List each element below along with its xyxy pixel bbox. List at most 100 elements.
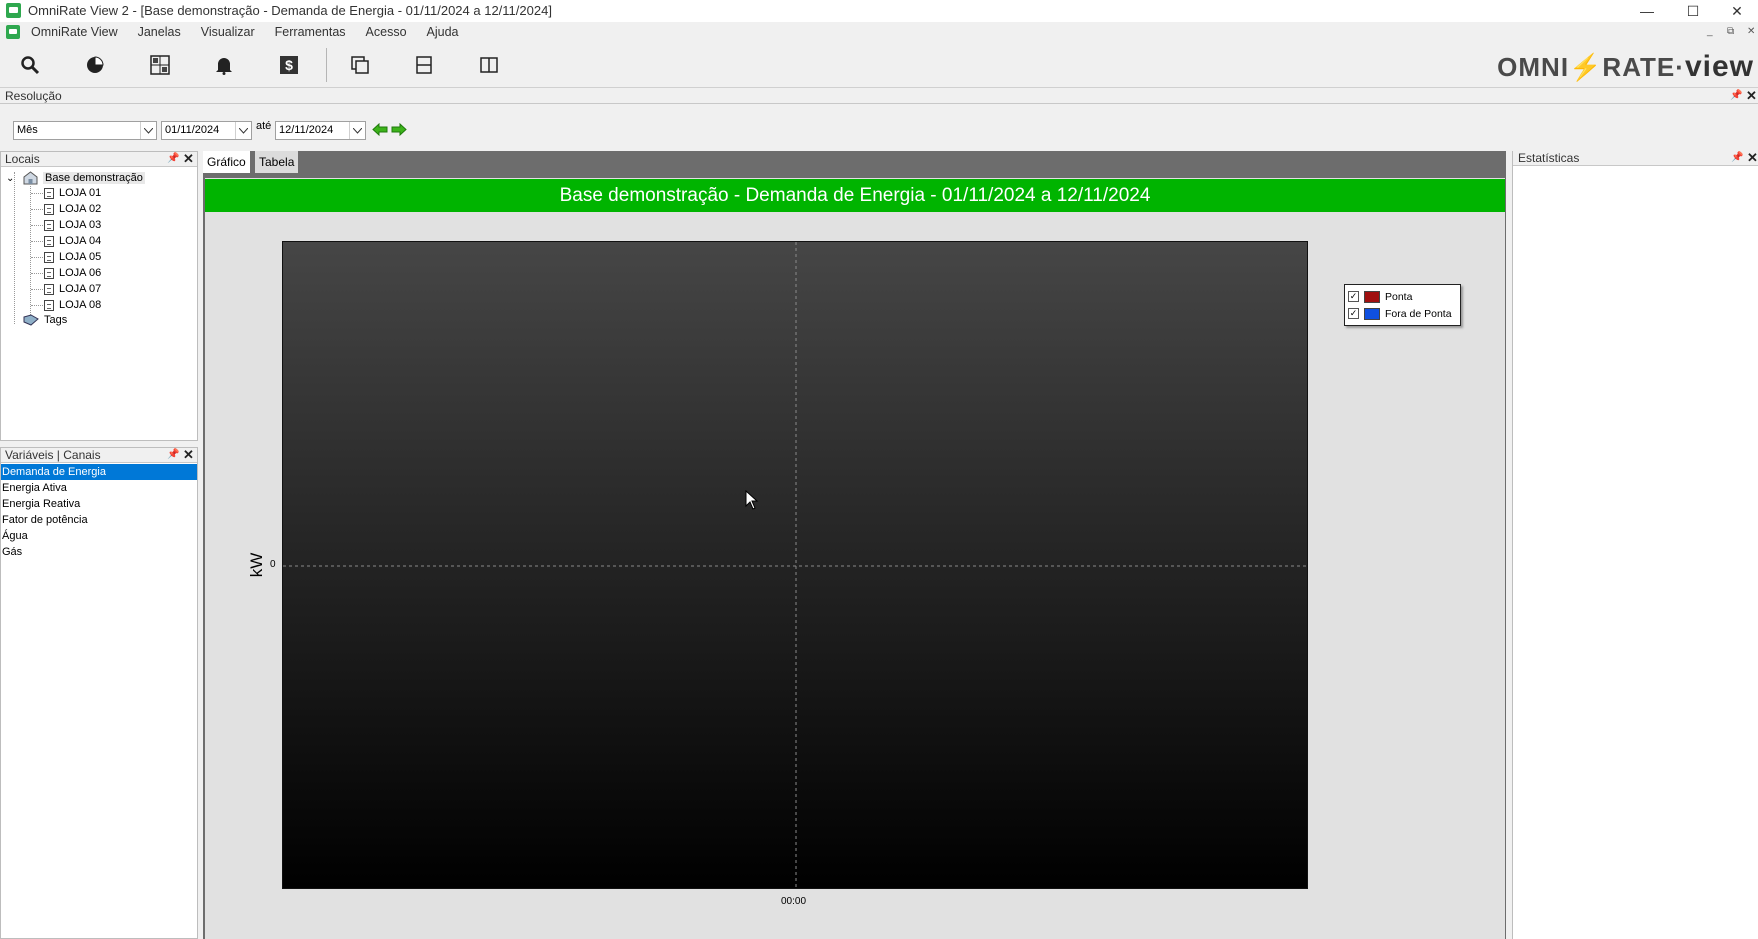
menu-omnirate-view[interactable]: OmniRate View xyxy=(28,25,121,39)
chart-svg xyxy=(283,242,1309,890)
svg-text:$: $ xyxy=(285,57,293,73)
pin-icon[interactable]: 📌 xyxy=(167,449,179,460)
close-icon[interactable]: ✕ xyxy=(1746,88,1757,104)
chevron-down-icon xyxy=(235,122,251,139)
menu-ajuda[interactable]: Ajuda xyxy=(424,25,462,39)
tree-item-loja[interactable]: LOJA 02 xyxy=(44,203,101,215)
menu-visualizar[interactable]: Visualizar xyxy=(198,25,258,39)
date-from-value: 01/11/2024 xyxy=(165,124,220,136)
period-select[interactable]: Mês xyxy=(13,121,157,140)
tree-item-label: LOJA 07 xyxy=(59,283,102,295)
document-icon xyxy=(44,219,54,231)
resolucao-panel-header: Resolução 📌 ✕ xyxy=(0,88,1758,104)
app-menu-icon[interactable] xyxy=(6,25,20,39)
legend-swatch xyxy=(1364,290,1380,303)
calculator-button[interactable] xyxy=(140,49,180,81)
bell-icon xyxy=(216,58,232,75)
variable-item-energia-reativa[interactable]: Energia Reativa xyxy=(1,496,197,512)
mouse-cursor-icon xyxy=(745,490,759,510)
cascade-windows-button[interactable] xyxy=(340,49,380,81)
variable-item-energia-ativa[interactable]: Energia Ativa xyxy=(1,480,197,496)
tree-item-loja[interactable]: LOJA 01 xyxy=(44,187,101,199)
checkbox-checked-icon[interactable]: ✓ xyxy=(1348,308,1359,319)
locais-panel-header: Locais 📌 ✕ xyxy=(1,151,197,167)
menu-acesso[interactable]: Acesso xyxy=(363,25,410,39)
mdi-minimize-button[interactable]: _ xyxy=(1707,26,1713,37)
tree-item-label: LOJA 03 xyxy=(59,219,102,231)
variable-item-gas[interactable]: Gás xyxy=(1,544,197,560)
tree-item-loja[interactable]: LOJA 07 xyxy=(44,283,101,295)
building-icon xyxy=(23,171,38,185)
date-to-value: 12/11/2024 xyxy=(279,124,334,136)
pie-chart-button[interactable] xyxy=(75,49,115,81)
tariff-button[interactable]: $ xyxy=(269,49,309,81)
tab-tabela[interactable]: Tabela xyxy=(255,151,299,173)
date-from-field[interactable]: 01/11/2024 xyxy=(161,121,252,140)
tile-horizontal-button[interactable] xyxy=(404,49,444,81)
date-to-field[interactable]: 12/11/2024 xyxy=(275,121,366,140)
next-period-button[interactable] xyxy=(391,122,407,139)
previous-period-button[interactable] xyxy=(372,122,388,139)
tree-item-loja[interactable]: LOJA 05 xyxy=(44,251,101,263)
legend-swatch xyxy=(1364,307,1380,320)
document-icon xyxy=(44,283,54,295)
tree-item-loja[interactable]: LOJA 04 xyxy=(44,235,101,247)
close-icon[interactable]: ✕ xyxy=(183,151,194,167)
legend-item-ponta[interactable]: ✓ Ponta xyxy=(1348,288,1412,305)
tree-item-loja[interactable]: LOJA 06 xyxy=(44,267,101,279)
tree-expand-icon[interactable]: ⌄ xyxy=(6,173,14,184)
variable-item-agua[interactable]: Água xyxy=(1,528,197,544)
mdi-close-button[interactable]: ✕ xyxy=(1747,26,1755,37)
close-icon[interactable]: ✕ xyxy=(183,447,194,463)
document-icon xyxy=(44,299,54,311)
close-icon[interactable]: ✕ xyxy=(1747,150,1758,166)
minimize-button[interactable]: — xyxy=(1624,0,1670,22)
legend-item-fora-de-ponta[interactable]: ✓ Fora de Ponta xyxy=(1348,305,1452,322)
tree-item-label: LOJA 04 xyxy=(59,235,102,247)
tab-grafico[interactable]: Gráfico xyxy=(203,151,250,173)
alerts-button[interactable] xyxy=(204,49,244,81)
search-icon xyxy=(21,56,40,75)
variable-item-fator-potencia[interactable]: Fator de potência xyxy=(1,512,197,528)
chart-plot-area[interactable] xyxy=(282,241,1309,890)
app-icon xyxy=(6,3,21,18)
chart-title: Base demonstração - Demanda de Energia -… xyxy=(205,179,1505,212)
maximize-button[interactable]: ☐ xyxy=(1670,0,1716,22)
menu-ferramentas[interactable]: Ferramentas xyxy=(272,25,349,39)
tile-vertical-button[interactable] xyxy=(469,49,509,81)
period-select-value: Mês xyxy=(17,124,38,136)
tree-item-tags[interactable]: Tags xyxy=(23,314,67,326)
search-button[interactable] xyxy=(10,49,50,81)
estatisticas-panel-header: Estatísticas 📌 ✕ xyxy=(1513,150,1758,166)
document-icon xyxy=(44,235,54,247)
chevron-down-icon xyxy=(349,122,365,139)
pin-icon[interactable]: 📌 xyxy=(167,153,179,164)
tree-item-label: Tags xyxy=(44,314,68,326)
menu-janelas[interactable]: Janelas xyxy=(135,25,184,39)
document-icon xyxy=(44,203,54,215)
tree-item-base[interactable]: Base demonstração xyxy=(23,171,145,185)
toolbar-separator xyxy=(326,48,327,82)
locais-label: Locais xyxy=(5,152,40,166)
tree-item-label: LOJA 08 xyxy=(59,299,102,311)
legend-label: Ponta xyxy=(1385,290,1413,303)
ate-label: até xyxy=(256,120,272,132)
title-bar: OmniRate View 2 - [Base demonstração - D… xyxy=(0,0,1758,22)
chevron-down-icon xyxy=(140,122,156,139)
pin-icon[interactable]: 📌 xyxy=(1730,90,1742,101)
pin-icon[interactable]: 📌 xyxy=(1731,152,1743,163)
resolucao-label: Resolução xyxy=(5,89,62,103)
close-button[interactable]: ✕ xyxy=(1714,0,1758,22)
document-icon xyxy=(44,187,54,199)
chart-legend: ✓ Ponta ✓ Fora de Ponta xyxy=(1344,284,1461,326)
variable-item-demanda[interactable]: Demanda de Energia xyxy=(1,464,197,480)
tree-item-loja[interactable]: LOJA 03 xyxy=(44,219,101,231)
checkbox-checked-icon[interactable]: ✓ xyxy=(1348,291,1359,302)
tree-item-loja[interactable]: LOJA 08 xyxy=(44,299,101,311)
x-tick-label: 00:00 xyxy=(781,896,807,907)
mdi-restore-button[interactable]: ⧉ xyxy=(1727,26,1734,37)
toolbar: $ OMNI⚡RATE·view xyxy=(0,42,1758,88)
window-title: OmniRate View 2 - [Base demonstração - D… xyxy=(28,3,552,18)
tree-item-label: LOJA 01 xyxy=(59,187,102,199)
cascade-windows-icon xyxy=(351,56,369,74)
